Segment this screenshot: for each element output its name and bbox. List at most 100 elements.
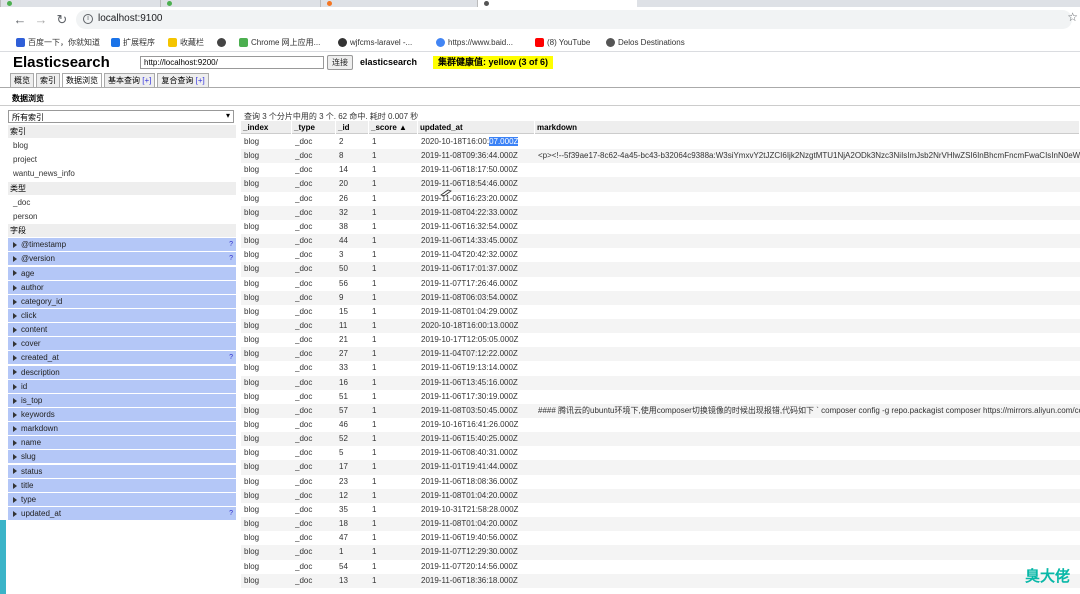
table-row[interactable]: blog _doc 18 1 2019-11-08T01:04:20.000Z: [241, 517, 1080, 532]
field-item[interactable]: updated_at?: [8, 507, 236, 521]
table-row[interactable]: blog _doc 12 1 2019-11-08T01:04:20.000Z: [241, 488, 1080, 503]
connect-button[interactable]: 连接: [327, 55, 353, 70]
tab-compound-query[interactable]: 复合查询 [+]: [157, 73, 209, 87]
field-item[interactable]: id: [8, 379, 236, 393]
bookmark-item[interactable]: Chrome 网上应用...: [239, 36, 320, 48]
table-row[interactable]: blog _doc 32 1 2019-11-08T04:22:33.000Z: [241, 205, 1080, 220]
field-item[interactable]: is_top: [8, 393, 236, 407]
field-item[interactable]: created_at?: [8, 351, 236, 365]
field-name: title: [21, 480, 34, 490]
table-row[interactable]: blog _doc 51 1 2019-11-06T17:30:19.000Z: [241, 390, 1080, 404]
field-item[interactable]: @timestamp?: [8, 238, 236, 252]
info-icon[interactable]: i: [83, 14, 93, 24]
field-item[interactable]: content: [8, 323, 236, 337]
column-header[interactable]: _score ▲: [369, 121, 418, 134]
table-row[interactable]: blog _doc 52 1 2019-11-06T15:40:25.000Z: [241, 432, 1080, 447]
field-item[interactable]: category_id: [8, 294, 236, 308]
field-item[interactable]: type: [8, 492, 236, 506]
table-row[interactable]: blog _doc 20 1 2019-11-06T18:54:46.000Z: [241, 177, 1080, 192]
browser-tab[interactable]: [0, 0, 160, 7]
table-row[interactable]: blog _doc 2 1 2020-10-18T16:00:07.000Z: [241, 135, 1080, 149]
table-row[interactable]: blog _doc 15 1 2019-11-08T01:04:29.000Z: [241, 305, 1080, 319]
type-item[interactable]: person: [8, 210, 236, 223]
table-row[interactable]: blog _doc 23 1 2019-11-06T18:08:36.000Z: [241, 475, 1080, 489]
table-row[interactable]: blog _doc 35 1 2019-10-31T21:58:28.000Z: [241, 503, 1080, 517]
table-cell: 44: [339, 234, 369, 248]
browser-tab[interactable]: [160, 0, 320, 7]
table-row[interactable]: blog _doc 11 1 2020-10-18T16:00:13.000Z: [241, 318, 1080, 334]
table-row[interactable]: blog _doc 5 1 2019-11-06T08:40:31.000Z: [241, 446, 1080, 460]
bookmark-star-icon[interactable]: ☆: [1067, 10, 1078, 24]
bookmark-item[interactable]: wjfcms-laravel -...: [338, 36, 412, 48]
index-select[interactable]: 所有索引 ▾: [8, 110, 234, 123]
forward-arrow-icon[interactable]: →: [33, 12, 49, 28]
type-item[interactable]: _doc: [8, 196, 236, 209]
cell-text: 2019-11-07T20:14:56.000Z: [421, 561, 518, 571]
table-row[interactable]: blog _doc 14 1 2019-11-06T18:17:50.000Z: [241, 163, 1080, 177]
tab-add[interactable]: [+]: [142, 76, 151, 85]
table-row[interactable]: blog _doc 50 1 2019-11-06T17:01:37.000Z: [241, 262, 1080, 277]
field-item[interactable]: author: [8, 280, 236, 294]
reload-icon[interactable]: ↻: [54, 12, 70, 28]
table-row[interactable]: blog _doc 27 1 2019-11-04T07:12:22.000Z: [241, 347, 1080, 362]
table-row[interactable]: blog _doc 1 1 2019-11-07T12:29:30.000Z: [241, 545, 1080, 560]
table-row[interactable]: blog _doc 17 1 2019-11-01T19:41:44.000Z: [241, 460, 1080, 475]
table-row[interactable]: blog _doc 44 1 2019-11-06T14:33:45.000Z: [241, 234, 1080, 249]
field-item[interactable]: keywords: [8, 408, 236, 421]
help-icon[interactable]: ?: [229, 252, 233, 265]
help-icon[interactable]: ?: [229, 351, 233, 364]
table-row[interactable]: blog _doc 33 1 2019-11-06T19:13:14.000Z: [241, 361, 1080, 375]
table-row[interactable]: blog _doc 38 1 2019-11-06T16:32:54.000Z: [241, 220, 1080, 234]
url-input[interactable]: i localhost:9100: [76, 10, 1072, 29]
table-cell: 1: [372, 135, 418, 149]
table-row[interactable]: blog _doc 54 1 2019-11-07T20:14:56.000Z: [241, 560, 1080, 574]
bookmark-item[interactable]: 收藏栏: [168, 36, 204, 48]
bookmark-item[interactable]: (8) YouTube: [535, 36, 590, 48]
cluster-url-input[interactable]: [140, 56, 324, 69]
table-row[interactable]: blog _doc 46 1 2019-10-16T16:41:26.000Z: [241, 418, 1080, 432]
browser-tab-active[interactable]: [477, 0, 637, 7]
field-item[interactable]: description: [8, 365, 236, 379]
table-row[interactable]: blog _doc 8 1 2019-11-08T09:36:44.000Z <p><!-…: [241, 149, 1080, 164]
field-item[interactable]: slug: [8, 450, 236, 464]
column-header[interactable]: _id: [336, 121, 369, 134]
table-row[interactable]: blog _doc 21 1 2019-10-17T12:05:05.000Z: [241, 333, 1080, 347]
table-row[interactable]: blog _doc 56 1 2019-11-07T17:26:46.000Z: [241, 277, 1080, 291]
bookmark-item[interactable]: [217, 36, 226, 48]
column-header[interactable]: _index: [241, 121, 292, 134]
field-item[interactable]: cover: [8, 337, 236, 351]
table-row[interactable]: blog _doc 9 1 2019-11-08T06:03:54.000Z: [241, 290, 1080, 305]
table-row[interactable]: blog _doc 16 1 2019-11-06T13:45:16.000Z: [241, 375, 1080, 390]
bookmark-item[interactable]: Delos Destinations: [606, 36, 685, 48]
field-item[interactable]: name: [8, 436, 236, 450]
field-item[interactable]: click: [8, 308, 236, 322]
bookmark-item[interactable]: 扩展程序: [111, 36, 155, 48]
tab-data-browser[interactable]: 数据浏览: [62, 73, 102, 87]
column-header[interactable]: markdown: [535, 121, 1080, 134]
column-header[interactable]: _type: [292, 121, 336, 134]
index-item[interactable]: blog: [8, 139, 236, 152]
field-item[interactable]: title: [8, 478, 236, 492]
bookmark-item[interactable]: 百度一下，你就知道: [16, 36, 100, 48]
index-item[interactable]: wantu_news_info: [8, 167, 236, 180]
help-icon[interactable]: ?: [229, 507, 233, 520]
help-icon[interactable]: ?: [229, 238, 233, 251]
column-header[interactable]: updated_at: [418, 121, 535, 134]
tab-add[interactable]: [+]: [196, 76, 205, 85]
table-row[interactable]: blog _doc 47 1 2019-11-06T19:40:56.000Z: [241, 531, 1080, 545]
back-arrow-icon[interactable]: ←: [12, 12, 28, 28]
bookmark-item[interactable]: https://www.baid...: [436, 36, 513, 48]
tab-indices[interactable]: 索引: [36, 73, 60, 87]
field-item[interactable]: @version?: [8, 252, 236, 266]
index-item[interactable]: project: [8, 153, 236, 166]
field-item[interactable]: status: [8, 464, 236, 478]
field-item[interactable]: age: [8, 266, 236, 280]
table-row[interactable]: blog _doc 3 1 2019-11-04T20:42:32.000Z: [241, 248, 1080, 262]
tab-basic-query[interactable]: 基本查询 [+]: [104, 73, 156, 87]
browser-tab[interactable]: [320, 0, 475, 7]
field-item[interactable]: markdown: [8, 422, 236, 436]
table-row[interactable]: blog _doc 26 1 2019-11-06T16:23:20.000Z: [241, 192, 1080, 206]
tab-overview[interactable]: 概览: [10, 73, 34, 87]
table-row[interactable]: blog _doc 13 1 2019-11-06T18:36:18.000Z: [241, 573, 1080, 588]
table-row[interactable]: blog _doc 57 1 2019-11-08T03:50:45.000Z #### …: [241, 403, 1080, 419]
